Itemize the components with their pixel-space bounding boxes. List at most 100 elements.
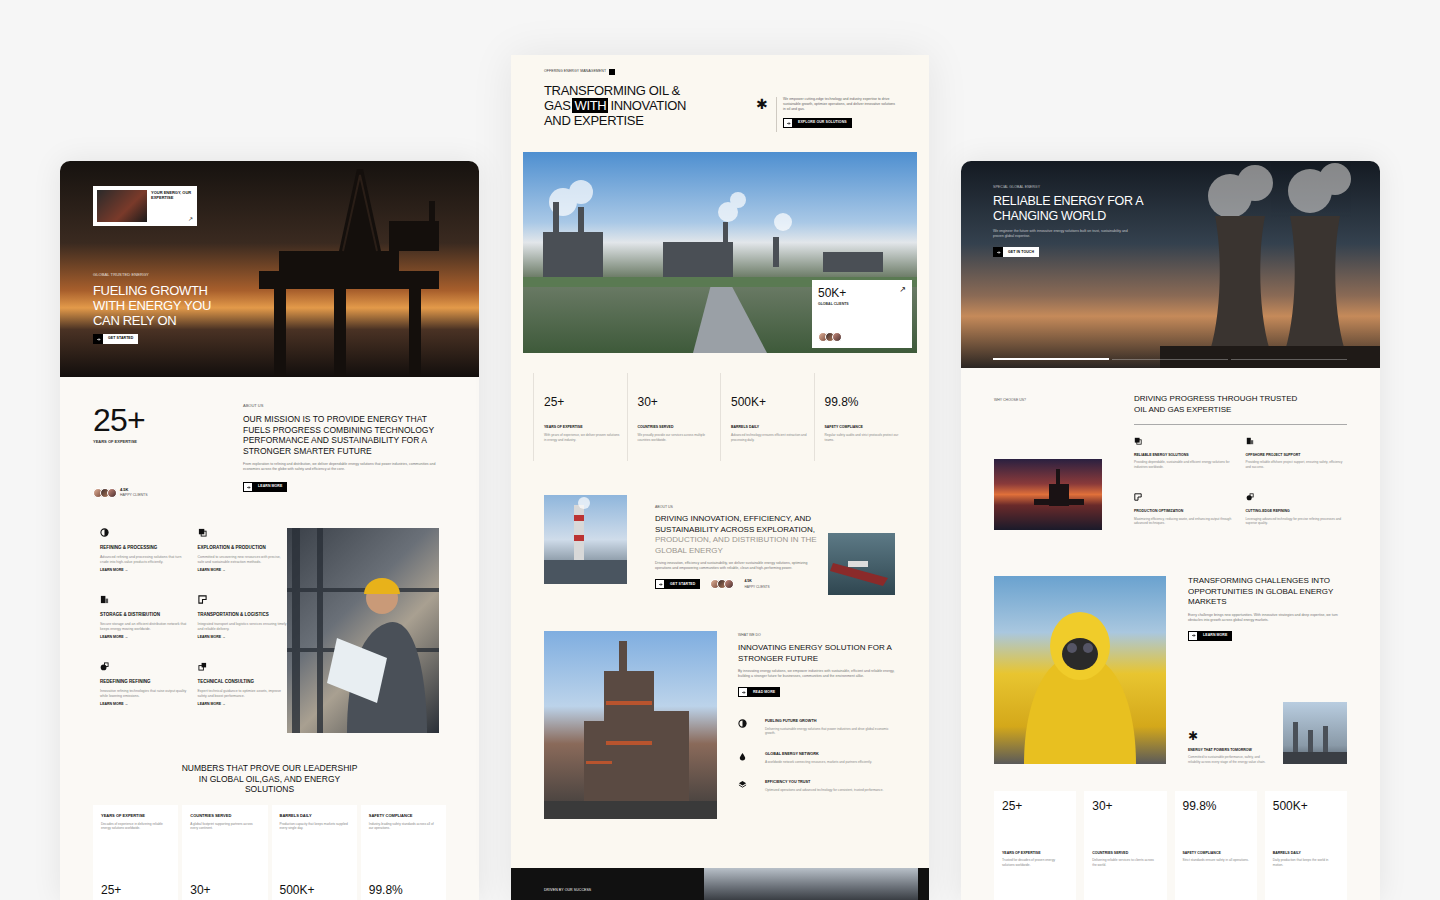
- slide-indicator[interactable]: [1112, 359, 1228, 360]
- avatar-group: [818, 332, 906, 342]
- get-started-button-label[interactable]: GET STARTED: [665, 579, 700, 589]
- refinery-photo-scene-icon: [544, 631, 717, 819]
- hero-intro: We empower cutting-edge technology and i…: [776, 97, 896, 132]
- stat-label: BARRELS DAILY: [731, 425, 808, 430]
- feature-title: YOUR ENERGY, OUR EXPERTISE: [151, 190, 193, 200]
- clients-label: HAPPY CLIENTS: [744, 585, 769, 590]
- stat-value: 99.8%: [825, 395, 902, 409]
- service-link[interactable]: LEARN MORE →: [198, 568, 288, 573]
- tomorrow-text: Committed to sustainable performance, sa…: [1188, 755, 1268, 764]
- explore-solutions-button-label[interactable]: EXPLORE OUR SOLUTIONS: [793, 118, 852, 128]
- hero-title: TRANSFORMING OIL & GASWITHINNOVATION AND…: [544, 83, 702, 128]
- feature-item: GLOBAL ENERGY NETWORKA worldwide network…: [738, 752, 896, 764]
- get-started-button-label[interactable]: GET STARTED: [103, 334, 138, 344]
- why-feature: OFFSHORE PROJECT SUPPORTProviding reliab…: [1246, 437, 1348, 469]
- learn-more-button[interactable]: LEARN MORE: [243, 482, 287, 492]
- chimney-photo-scene-icon: [544, 495, 627, 584]
- get-started-button[interactable]: GET STARTED: [655, 579, 700, 589]
- what-we-do-content: WHAT WE DOINNOVATING ENERGY SOLUTION FOR…: [738, 631, 896, 819]
- avatar-photo: [107, 488, 117, 498]
- arrow-glyph[interactable]: ↗: [188, 215, 193, 222]
- service-link[interactable]: LEARN MORE →: [198, 702, 288, 707]
- feature-text: EFFICIENCY YOU TRUSTOptimized operations…: [765, 780, 883, 792]
- left-page-card: YOUR ENERGY, OUR EXPERTISE↗GLOBAL TRUSTE…: [60, 161, 479, 900]
- feature-text: Optimized operations and advanced techno…: [765, 788, 883, 793]
- stat-text: Trusted for decades of proven energy sol…: [1002, 858, 1068, 867]
- feature-text: Delivering sustainable energy solutions …: [765, 727, 896, 736]
- why-title-wrap: DRIVING PROGRESS THROUGH TRUSTED OIL AND…: [1134, 394, 1347, 425]
- service-link[interactable]: LEARN MORE →: [198, 635, 288, 640]
- clients-card[interactable]: 50K+GLOBAL CLIENTS↗: [812, 280, 912, 348]
- number-card: SAFETY COMPLIANCEIndustry-leading safety…: [361, 805, 446, 900]
- numbers-grid: YEARS OF EXPERTISEDecades of experience …: [60, 805, 479, 900]
- service-item[interactable]: TECHNICAL CONSULTINGExpert technical gui…: [198, 662, 288, 707]
- hero-text: We engineer the future with innovative e…: [993, 229, 1133, 239]
- stat-value: 500K+: [1273, 799, 1339, 813]
- service-item[interactable]: EXPLORATION & PRODUCTIONCommitted to unc…: [198, 528, 288, 573]
- get-in-touch-button[interactable]: GET IN TOUCH: [993, 247, 1039, 257]
- service-text: Integrated transport and logistics servi…: [198, 622, 288, 632]
- service-link[interactable]: LEARN MORE →: [100, 635, 190, 640]
- showcase-canvas: YOUR ENERGY, OUR EXPERTISE↗GLOBAL TRUSTE…: [0, 0, 1440, 900]
- feature-text: Maximizing efficiency, reducing waste, a…: [1134, 517, 1236, 526]
- learn-more-button-label[interactable]: LEARN MORE: [253, 482, 287, 492]
- challenge-bottom: ✱ ENERGY THAT POWERS TOMORROW Committed to…: [1188, 702, 1347, 764]
- service-icon: [100, 662, 109, 671]
- feature-icon: [1134, 493, 1142, 501]
- chimney-photo: [544, 495, 627, 584]
- tanker-photo: [828, 533, 895, 595]
- service-item[interactable]: REDEFINING REFININGInnovative refining t…: [100, 662, 190, 707]
- service-link[interactable]: LEARN MORE →: [100, 568, 190, 573]
- stat-column: 30+COUNTRIES SERVEDWe proudly provide ou…: [627, 373, 721, 461]
- hero-banner: YOUR ENERGY, OUR EXPERTISE↗GLOBAL TRUSTE…: [60, 161, 479, 377]
- asterisk-glyph: ✱: [756, 97, 776, 111]
- stat-value: 25+: [544, 395, 621, 409]
- stat-value: 25+: [1002, 799, 1068, 813]
- sunset-rig-photo: [994, 459, 1102, 530]
- service-title: REFINING & PROCESSING: [100, 545, 190, 552]
- feature-text: A worldwide network connecting resources…: [765, 760, 872, 765]
- service-item[interactable]: STORAGE & DISTRIBUTIONSecure storage and…: [100, 595, 190, 640]
- stat-text: We proudly provide our services across m…: [638, 433, 715, 442]
- asterisk-glyph: ✱: [1188, 730, 1268, 742]
- service-title: EXPLORATION & PRODUCTION: [198, 545, 288, 552]
- get-in-touch-button-label[interactable]: GET IN TOUCH: [1003, 247, 1039, 257]
- service-text: Secure storage and an efficient distribu…: [100, 622, 190, 632]
- explore-solutions-button[interactable]: EXPLORE OUR SOLUTIONS: [783, 118, 852, 128]
- stat-text: Daily production that keeps the world in…: [1273, 858, 1339, 867]
- number-label: BARRELS DAILY: [280, 813, 349, 819]
- learn-more-button-label[interactable]: LEARN MORE: [1198, 631, 1232, 641]
- service-icon: [100, 595, 109, 604]
- stat-label: COUNTRIES SERVED: [1092, 851, 1158, 856]
- service-icon: [198, 528, 207, 537]
- get-started-button[interactable]: GET STARTED: [93, 334, 138, 344]
- read-more-button-label[interactable]: READ MORE: [748, 687, 780, 697]
- about-eyebrow: ABOUT US: [655, 505, 823, 510]
- read-more-button[interactable]: READ MORE: [738, 687, 780, 697]
- service-item[interactable]: REFINING & PROCESSINGAdvanced refining a…: [100, 528, 190, 573]
- service-item[interactable]: TRANSPORTATION & LOGISTICSIntegrated tra…: [198, 595, 288, 640]
- success-text: DRIVEN BY OUR SUCCESS: [511, 868, 624, 900]
- number-text: Production capacity that keeps markets s…: [280, 822, 349, 831]
- challenge-title: TRANSFORMING CHALLENGES INTO OPPORTUNITI…: [1188, 576, 1343, 608]
- learn-more-button[interactable]: LEARN MORE: [1188, 631, 1232, 641]
- stat-value: 99.8%: [1183, 799, 1249, 813]
- feature-photo: [97, 190, 147, 222]
- hero-feature-card[interactable]: YOUR ENERGY, OUR EXPERTISE ↗: [93, 186, 197, 226]
- hero-banner: SPECIAL GLOBAL ENERGYRELIABLE ENERGY FOR…: [961, 161, 1380, 368]
- middle-page-card: OFFERING ENERGY MANAGEMENT TRANSFORMING O…: [511, 55, 929, 900]
- arrow-icon: [93, 334, 103, 344]
- slide-indicator[interactable]: [993, 358, 1109, 360]
- number-text: Industry-leading safety standards across…: [369, 822, 438, 831]
- arrow-glyph[interactable]: ↗: [899, 285, 906, 294]
- hero-eyebrow: OFFERING ENERGY MANAGEMENT: [544, 69, 606, 74]
- service-link[interactable]: LEARN MORE →: [100, 702, 190, 707]
- arrow-icon: [738, 687, 748, 697]
- feature-icon: [738, 719, 747, 728]
- slide-indicator[interactable]: [1231, 359, 1347, 360]
- tomorrow-title: ENERGY THAT POWERS TOMORROW: [1188, 748, 1268, 753]
- sunset-rig-photo-scene-icon: [994, 459, 1102, 530]
- stat-text: Strict standards ensure safety in all op…: [1183, 858, 1249, 863]
- mission-text: From exploration to refining and distrib…: [243, 462, 446, 472]
- number-value: 99.8%: [369, 883, 438, 897]
